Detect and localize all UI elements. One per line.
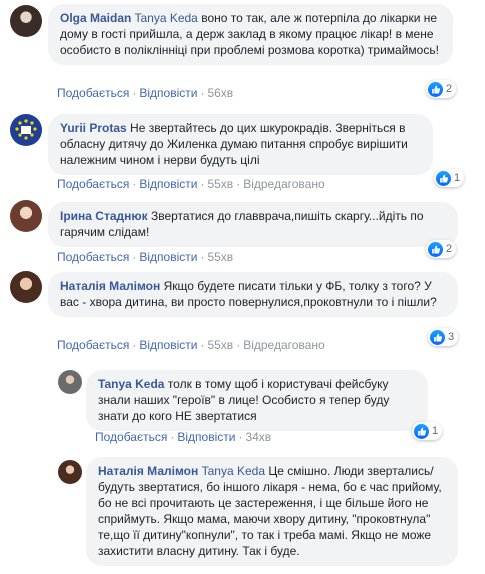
reply-link[interactable]: Відповісти: [177, 430, 235, 444]
timestamp[interactable]: 55хв: [207, 338, 233, 352]
like-icon: [414, 423, 429, 439]
comment-bubble: Ірина Стаднюк Звертатися до главврача,пи…: [48, 202, 458, 247]
comment-actions: Подобається · Відповісти · 55хв · Відредагован…: [57, 338, 325, 352]
timestamp[interactable]: 56хв: [207, 86, 233, 100]
reply-link[interactable]: Відповісти: [139, 177, 197, 191]
comment-author[interactable]: Tanya Keda: [98, 377, 164, 391]
reaction-count[interactable]: 2: [426, 240, 457, 258]
comment-actions: Подобається · Відповісти · 56хв: [57, 86, 234, 100]
reaction-number: 1: [432, 425, 439, 437]
reaction-count[interactable]: 3: [428, 328, 459, 346]
comment-author[interactable]: Ірина Стаднюк: [60, 209, 148, 223]
avatar[interactable]: [10, 271, 42, 303]
comment-bubble: Наталія Малімон Якщо будете писати тільк…: [48, 272, 458, 317]
edited-label[interactable]: Відредаговано: [243, 177, 324, 191]
reaction-number: 2: [446, 243, 453, 255]
comment-bubble: Olga Maidan Tanya Keda воно то так, але …: [48, 4, 453, 65]
comment-bubble: Наталія Малімон Tanya Keda Це смішно. Лю…: [86, 457, 458, 566]
comment-actions: Подобається · Відповісти · 34хв: [95, 430, 272, 444]
timestamp[interactable]: 55хв: [207, 177, 233, 191]
avatar[interactable]: [10, 114, 42, 146]
reply-link[interactable]: Відповісти: [139, 338, 197, 352]
avatar[interactable]: [58, 460, 82, 484]
like-icon: [428, 241, 443, 257]
avatar[interactable]: [58, 370, 82, 394]
like-link[interactable]: Подобається: [57, 338, 129, 352]
reaction-count[interactable]: 1: [412, 422, 443, 440]
avatar[interactable]: [10, 5, 42, 37]
timestamp[interactable]: 55хв: [207, 250, 233, 264]
like-icon: [428, 81, 443, 97]
reaction-number: 1: [454, 172, 461, 184]
comment-mention[interactable]: Tanya Keda: [202, 464, 265, 478]
reaction-count[interactable]: 1: [434, 169, 465, 187]
like-link[interactable]: Подобається: [57, 86, 129, 100]
comment-bubble: Yurii Protas Не звертайтесь до цих шкуро…: [48, 114, 433, 175]
comment-text: Це смішно. Люди звертались/будуть зверта…: [98, 464, 442, 558]
like-icon: [430, 329, 445, 345]
reaction-number: 3: [448, 331, 455, 343]
like-link[interactable]: Подобається: [57, 177, 129, 191]
comment-bubble: Tanya Keda толк в тому щоб і користувачі…: [86, 370, 428, 431]
timestamp[interactable]: 34хв: [245, 430, 271, 444]
like-icon: [436, 170, 451, 186]
comment-mention[interactable]: Tanya Keda: [134, 11, 197, 25]
reply-link[interactable]: Відповісти: [139, 250, 197, 264]
reaction-count[interactable]: 2: [426, 80, 457, 98]
like-link[interactable]: Подобається: [57, 250, 129, 264]
comment-author[interactable]: Наталія Малімон: [98, 464, 198, 478]
reaction-number: 2: [446, 83, 453, 95]
reply-link[interactable]: Відповісти: [139, 86, 197, 100]
comment-actions: Подобається · Відповісти · 55хв · Відредагован…: [57, 177, 325, 191]
comment-author[interactable]: Yurii Protas: [60, 121, 127, 135]
comment-author[interactable]: Наталія Малімон: [60, 279, 160, 293]
edited-label[interactable]: Відредаговано: [243, 338, 324, 352]
avatar[interactable]: [10, 200, 42, 232]
like-link[interactable]: Подобається: [95, 430, 167, 444]
comment-actions: Подобається · Відповісти · 55хв: [57, 250, 234, 264]
comment-author[interactable]: Olga Maidan: [60, 11, 131, 25]
